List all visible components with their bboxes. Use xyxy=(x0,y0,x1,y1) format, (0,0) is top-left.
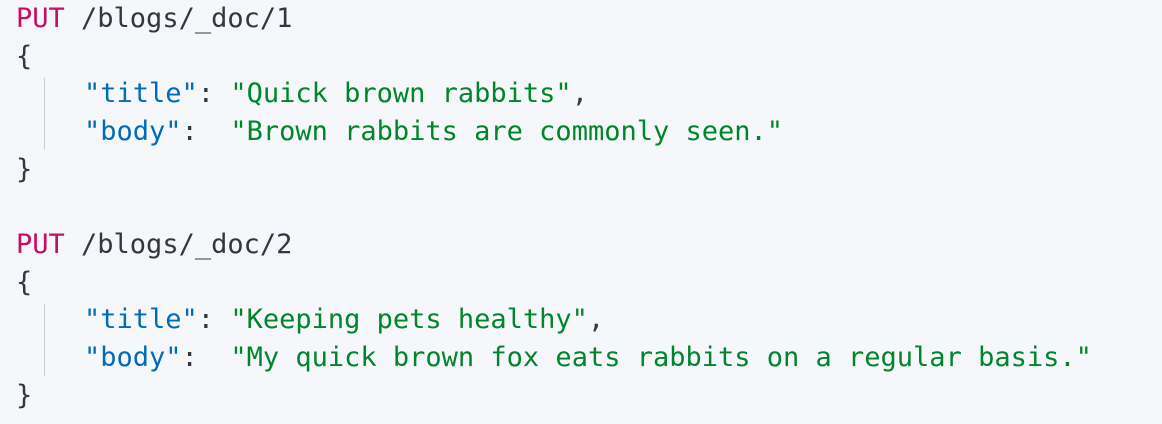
field-line: "title": "Keeping pets healthy", xyxy=(84,301,604,339)
field-value: "Keeping pets healthy" xyxy=(230,304,588,335)
open-brace-char: { xyxy=(16,267,33,298)
request-line-1: PUT /blogs/_doc/1 xyxy=(16,0,292,38)
field-value: "Brown rabbits are commonly seen." xyxy=(230,116,784,147)
field-line: "body": "Brown rabbits are commonly seen… xyxy=(84,113,783,151)
close-brace-char: } xyxy=(16,154,33,185)
http-method: PUT xyxy=(16,3,65,34)
field-value: "Quick brown rabbits" xyxy=(230,78,572,109)
close-brace: } xyxy=(16,151,32,189)
request-path: /blogs/_doc/1 xyxy=(64,3,293,34)
field-key: "body" xyxy=(84,116,182,147)
field-trailing-comma: , xyxy=(587,304,605,335)
indent-guide xyxy=(44,78,45,150)
field-separator: : xyxy=(181,116,231,147)
close-brace: } xyxy=(16,377,32,415)
request-line-2: PUT /blogs/_doc/2 xyxy=(16,226,292,264)
field-separator: : xyxy=(181,342,231,373)
field-separator: : xyxy=(197,78,231,109)
request-path: /blogs/_doc/2 xyxy=(64,229,293,260)
field-value: "My quick brown fox eats rabbits on a re… xyxy=(230,342,1092,373)
field-trailing-comma: , xyxy=(571,78,588,109)
open-brace-char: { xyxy=(16,41,33,72)
field-separator: : xyxy=(197,304,231,335)
field-line: "title": "Quick brown rabbits", xyxy=(84,75,588,113)
code-editor[interactable]: PUT /blogs/_doc/1 { "title": "Quick brow… xyxy=(0,0,1162,424)
open-brace: { xyxy=(16,38,32,76)
field-key: "title" xyxy=(84,78,198,109)
open-brace: { xyxy=(16,264,32,302)
close-brace-char: } xyxy=(16,380,33,411)
field-key: "title" xyxy=(84,304,198,335)
field-line: "body": "My quick brown fox eats rabbits… xyxy=(84,339,1092,377)
http-method: PUT xyxy=(16,229,65,260)
field-key: "body" xyxy=(84,342,182,373)
indent-guide xyxy=(44,304,45,376)
